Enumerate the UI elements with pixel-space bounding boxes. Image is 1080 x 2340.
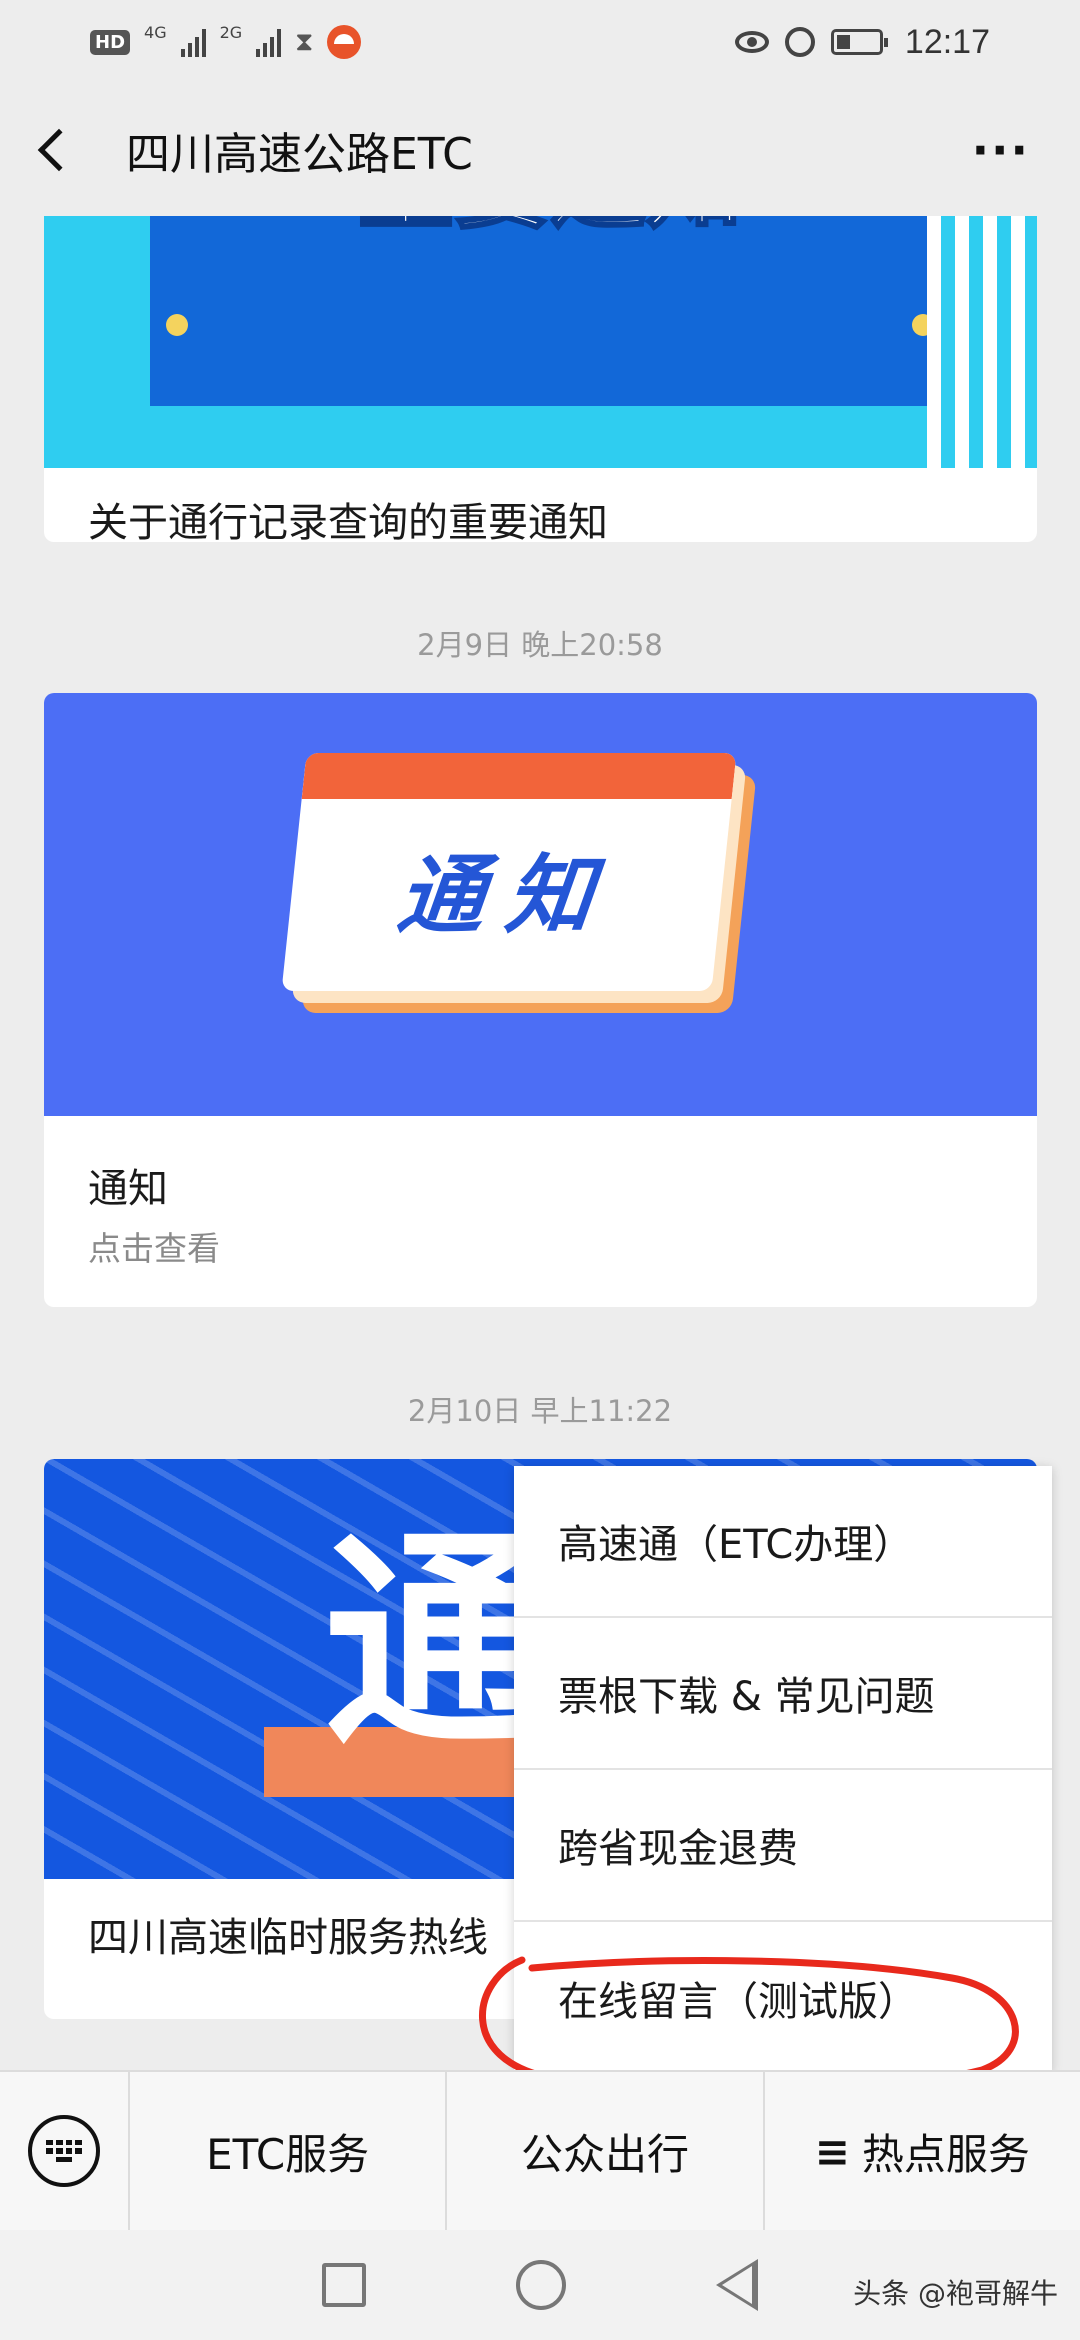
back-arrow-icon[interactable]	[37, 128, 81, 172]
calendar-illustration: 通知	[281, 753, 757, 1013]
clock: 12:17	[904, 22, 990, 61]
more-icon[interactable]: ···	[972, 123, 1030, 177]
menu-hot-services-label: 热点服务	[861, 2129, 1030, 2179]
menu-etc-service[interactable]: ETC服务	[130, 2072, 448, 2230]
status-right: 12:17	[734, 22, 990, 62]
message-timestamp: 2月9日 晚上20:58	[417, 628, 663, 662]
hot-services-submenu: 高速通（ETC办理） 票根下载 & 常见问题 跨省现金退费 在线留言（测试版）	[514, 1466, 1052, 2072]
status-bar: HD 4G 2G ⧗ 12:17	[0, 0, 1080, 84]
network-label-2: 2G	[219, 22, 243, 42]
article-cover-image: 通知	[44, 693, 1037, 1116]
menu-item-etc-apply[interactable]: 高速通（ETC办理）	[514, 1466, 1052, 1618]
calendar-page-front: 通知	[281, 753, 737, 991]
alarm-icon	[784, 27, 815, 57]
menu-item-online-message[interactable]: 在线留言（测试版）	[514, 1922, 1052, 2074]
watermark: 头条 @袍哥解牛	[853, 2277, 1058, 2310]
network-label-1: 4G	[144, 22, 167, 42]
article-title: 关于通行记录查询的重要通知	[88, 500, 608, 542]
hourglass-icon: ⧗	[295, 26, 314, 57]
keyboard-keys	[46, 2140, 82, 2162]
status-left: HD 4G 2G ⧗	[90, 22, 362, 59]
hd-badge: HD	[90, 29, 131, 55]
page-title: 四川高速公路ETC	[126, 129, 473, 180]
article-title: 通知	[88, 1166, 168, 1212]
cover-text: 通知	[393, 846, 620, 946]
battery-icon	[830, 29, 888, 55]
article-cover-image: 重要通知	[44, 216, 1037, 468]
menu-public-travel[interactable]: 公众出行	[447, 2072, 765, 2230]
bottom-menu-bar: ETC服务 公众出行 ≡ 热点服务	[0, 2070, 1080, 2230]
cover-heading: 重要通知	[150, 216, 950, 236]
article-card[interactable]: 通知 通知 点击查看	[44, 693, 1037, 1307]
recent-apps-icon[interactable]	[322, 2263, 366, 2307]
message-timestamp: 2月10日 早上11:22	[407, 1394, 673, 1428]
keyboard-icon	[28, 2115, 100, 2187]
calendar-header	[301, 753, 737, 799]
back-icon[interactable]	[716, 2259, 758, 2311]
signal-icon	[180, 27, 206, 57]
cover-dot	[166, 314, 188, 336]
cover-panel: 重要通知	[150, 216, 950, 406]
eye-comfort-icon	[734, 31, 769, 53]
menu-item-cash-refund[interactable]: 跨省现金退费	[514, 1770, 1052, 1922]
menu-item-receipt-download[interactable]: 票根下载 & 常见问题	[514, 1618, 1052, 1770]
app-notification-icon	[327, 25, 362, 59]
menu-hot-services[interactable]: ≡ 热点服务	[765, 2072, 1080, 2230]
nav-bar: 四川高速公路ETC ···	[0, 84, 1080, 216]
home-icon[interactable]	[516, 2260, 566, 2310]
article-card[interactable]: 重要通知 关于通行记录查询的重要通知	[44, 216, 1037, 542]
signal-icon	[256, 27, 282, 57]
menu-list-icon: ≡	[814, 2126, 850, 2176]
cover-stripes	[927, 216, 1037, 468]
article-subtitle: 点击查看	[88, 1229, 220, 1268]
keyboard-toggle-button[interactable]	[0, 2072, 130, 2230]
